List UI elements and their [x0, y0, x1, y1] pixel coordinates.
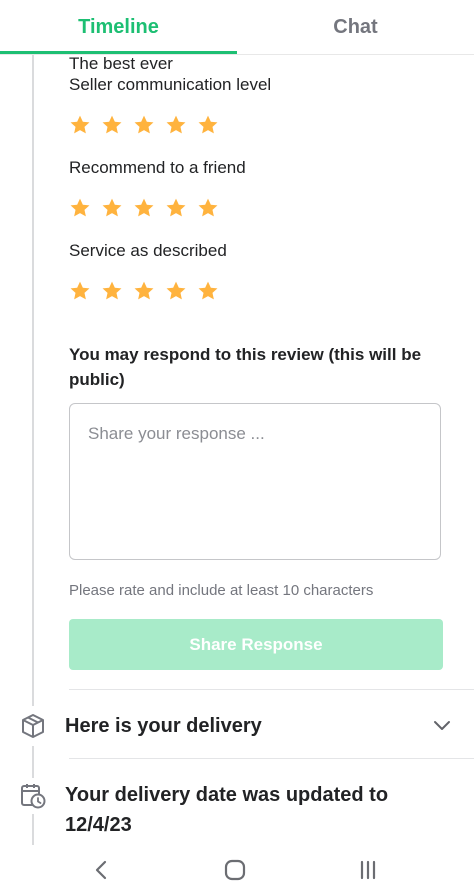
review-text: The best ever — [69, 54, 173, 73]
star-rating — [69, 197, 219, 219]
star-icon — [165, 114, 187, 136]
divider — [69, 689, 474, 690]
event-title: Your delivery date was updated to 12/4/2… — [65, 784, 389, 836]
event-title: Here is your delivery — [65, 715, 262, 737]
system-nav-bar — [0, 845, 474, 895]
star-icon — [133, 114, 155, 136]
star-icon — [197, 114, 219, 136]
star-icon — [101, 197, 123, 219]
star-icon — [133, 197, 155, 219]
calendar-clock-icon — [21, 784, 46, 809]
recents-icon — [360, 860, 376, 880]
response-hint: Please rate and include at least 10 char… — [69, 582, 374, 599]
divider — [69, 758, 474, 759]
tab-timeline[interactable]: Timeline — [0, 0, 237, 54]
star-icon — [165, 197, 187, 219]
star-icon — [165, 280, 187, 302]
rating-label: Seller communication level — [69, 75, 272, 94]
home-icon — [224, 859, 246, 881]
share-response-button[interactable]: Share Response — [69, 619, 443, 670]
rating-label: Recommend to a friend — [69, 158, 246, 177]
chevron-down-icon[interactable] — [432, 716, 452, 736]
star-icon — [69, 114, 91, 136]
rating-label: Service as described — [69, 241, 227, 260]
home-button[interactable] — [215, 855, 255, 885]
timeline-line — [32, 746, 34, 778]
timeline-line — [32, 54, 34, 706]
back-button[interactable] — [82, 855, 122, 885]
tab-chat[interactable]: Chat — [237, 0, 474, 54]
response-prompt: You may respond to this review (this wil… — [69, 345, 422, 389]
tab-bar: Timeline Chat — [0, 0, 474, 55]
active-tab-indicator — [0, 51, 237, 54]
star-icon — [197, 197, 219, 219]
response-input[interactable]: Share your response ... — [69, 403, 441, 560]
star-icon — [133, 280, 155, 302]
package-icon — [22, 714, 44, 738]
back-icon — [95, 860, 107, 880]
star-icon — [197, 280, 219, 302]
star-icon — [101, 280, 123, 302]
recents-button[interactable] — [348, 855, 388, 885]
timeline-line — [32, 814, 34, 845]
star-rating — [69, 114, 219, 136]
star-icon — [69, 197, 91, 219]
star-icon — [69, 280, 91, 302]
star-icon — [101, 114, 123, 136]
star-rating — [69, 280, 219, 302]
